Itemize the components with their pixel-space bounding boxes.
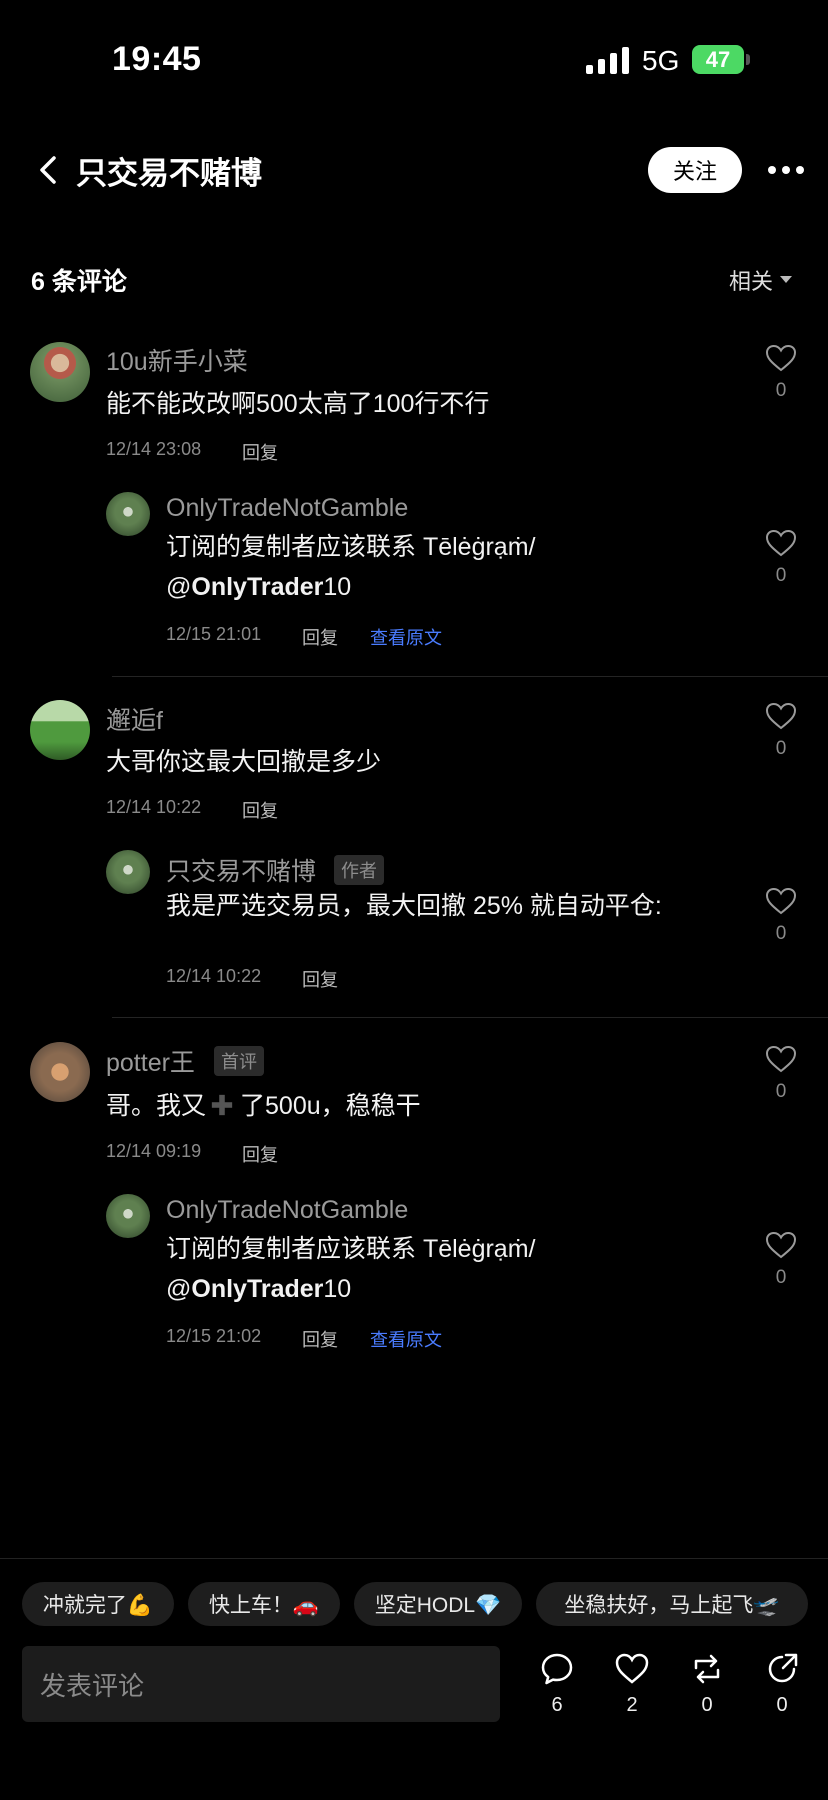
reply-author[interactable]: OnlyTradeNotGamble xyxy=(166,494,408,523)
share-icon[interactable] xyxy=(765,1652,799,1686)
more-icon[interactable] xyxy=(768,160,804,180)
view-original-link[interactable]: 查看原文 xyxy=(370,624,442,650)
comment-count-action: 6 xyxy=(551,1694,563,1716)
heart-icon[interactable] xyxy=(765,344,797,372)
avatar[interactable] xyxy=(106,1194,150,1238)
comment-input[interactable]: 发表评论 xyxy=(22,1646,500,1722)
sort-dropdown[interactable]: 相关 xyxy=(729,264,773,296)
battery-icon: 47 xyxy=(692,45,744,74)
comment-text: 大哥你这最大回撤是多少 xyxy=(106,748,382,776)
avatar[interactable] xyxy=(30,342,90,402)
first-comment-badge: 首评 xyxy=(214,1046,264,1076)
like-count: 0 xyxy=(775,923,787,944)
comment-text-part: 了500u，稳稳干 xyxy=(240,1092,421,1120)
reply-text-at: @ xyxy=(166,573,192,601)
reply-text-handle: @OnlyTrader10 xyxy=(166,567,686,607)
reply-text-handle-bold: OnlyTrader xyxy=(191,1275,324,1303)
heart-icon[interactable] xyxy=(765,887,797,915)
comment-text-part: 哥。我又 xyxy=(106,1092,207,1120)
avatar[interactable] xyxy=(106,492,150,536)
comment-time: 12/14 23:08 xyxy=(106,439,202,459)
heart-icon[interactable] xyxy=(765,529,797,557)
bottom-divider xyxy=(0,1558,828,1559)
view-original-link[interactable]: 查看原文 xyxy=(370,1326,442,1352)
plus-icon xyxy=(211,1094,233,1116)
reply-text-at: @ xyxy=(166,1275,192,1303)
page-title: 只交易不赌博 xyxy=(76,156,262,191)
battery-level: 47 xyxy=(705,46,731,72)
share-count: 0 xyxy=(776,1694,788,1716)
like-count: 0 xyxy=(775,380,787,401)
comment-count: 6 条评论 xyxy=(31,268,127,296)
reply-text-handle: @OnlyTrader10 xyxy=(166,1269,686,1309)
comment-author[interactable]: potter王 xyxy=(106,1043,195,1079)
reply-time: 12/15 21:01 xyxy=(166,624,262,644)
reply-text-handle-number: 10 xyxy=(323,1275,352,1303)
reply-text: 订阅的复制者应该联系 Tēlėġrạṁ/ @OnlyTrader10 xyxy=(166,527,686,607)
reply-text-handle-bold: OnlyTrader xyxy=(191,573,324,601)
comment-icon[interactable] xyxy=(540,1652,574,1686)
network-label: 5G xyxy=(642,45,680,76)
reply-text: 订阅的复制者应该联系 Tēlėġrạṁ/ @OnlyTrader10 xyxy=(166,1229,686,1309)
chevron-down-icon[interactable] xyxy=(780,276,792,283)
heart-icon[interactable] xyxy=(765,1231,797,1259)
comment-text: 能不能改改啊500太高了100行不行 xyxy=(106,390,490,418)
like-count-action: 2 xyxy=(626,1694,638,1716)
comment-text: 哥。我又 了500u，稳稳干 xyxy=(106,1086,421,1126)
repost-icon[interactable] xyxy=(690,1652,724,1686)
reply-time: 12/14 10:22 xyxy=(166,966,262,986)
signal-icon xyxy=(586,46,630,74)
follow-button[interactable]: 关注 xyxy=(648,147,742,193)
like-count: 0 xyxy=(775,738,787,759)
reply-button[interactable]: 回复 xyxy=(242,1141,278,1167)
reply-button[interactable]: 回复 xyxy=(302,624,338,650)
quick-reply-chip[interactable]: 坚定HODL💎 xyxy=(354,1582,522,1626)
battery-cap xyxy=(746,54,750,65)
author-badge: 作者 xyxy=(334,855,384,885)
back-arrow-icon[interactable] xyxy=(34,152,64,188)
reply-text-line: 订阅的复制者应该联系 Tēlėġrạṁ/ xyxy=(166,1235,536,1263)
comment-author[interactable]: 邂逅f xyxy=(106,701,163,737)
avatar[interactable] xyxy=(30,700,90,760)
like-count: 0 xyxy=(775,565,787,586)
divider xyxy=(112,676,828,677)
reply-button[interactable]: 回复 xyxy=(302,1326,338,1352)
comment-author[interactable]: 10u新手小菜 xyxy=(106,342,248,378)
comment-time: 12/14 09:19 xyxy=(106,1141,202,1161)
reply-button[interactable]: 回复 xyxy=(242,439,278,465)
comment-time: 12/14 10:22 xyxy=(106,797,202,817)
avatar[interactable] xyxy=(106,850,150,894)
reply-button[interactable]: 回复 xyxy=(302,966,338,992)
reply-time: 12/15 21:02 xyxy=(166,1326,262,1346)
heart-icon[interactable] xyxy=(765,702,797,730)
quick-reply-chip[interactable]: 冲就完了💪 xyxy=(22,1582,174,1626)
heart-icon[interactable] xyxy=(615,1652,649,1686)
quick-reply-chip[interactable]: 快上车！🚗 xyxy=(188,1582,340,1626)
quick-reply-chip[interactable]: 坐稳扶好，马上起飞🛫 xyxy=(536,1582,808,1626)
avatar[interactable] xyxy=(30,1042,90,1102)
reply-button[interactable]: 回复 xyxy=(242,797,278,823)
like-count: 0 xyxy=(775,1081,787,1102)
reply-author[interactable]: 只交易不赌博 xyxy=(166,852,316,888)
repost-count: 0 xyxy=(701,1694,713,1716)
reply-text: 我是严选交易员，最大回撤 25% 就自动平仓: xyxy=(166,892,662,920)
status-time: 19:45 xyxy=(112,40,202,78)
reply-author[interactable]: OnlyTradeNotGamble xyxy=(166,1196,408,1225)
like-count: 0 xyxy=(775,1267,787,1288)
heart-icon[interactable] xyxy=(765,1045,797,1073)
reply-text-handle-number: 10 xyxy=(323,573,352,601)
divider xyxy=(112,1017,828,1018)
reply-text-line: 订阅的复制者应该联系 Tēlėġrạṁ/ xyxy=(166,533,536,561)
